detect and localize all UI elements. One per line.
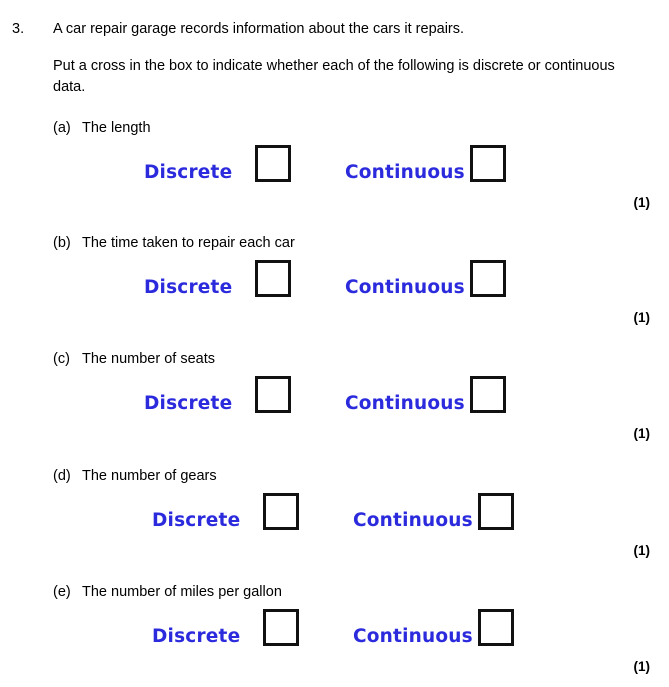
continuous-label: Continuous <box>345 162 465 183</box>
part-e-continuous-checkbox[interactable] <box>478 609 514 646</box>
part-b-discrete-checkbox[interactable] <box>255 260 291 297</box>
part-e-letter: (e) <box>53 584 71 600</box>
part-d-discrete-checkbox[interactable] <box>263 493 299 530</box>
continuous-label: Continuous <box>353 626 473 647</box>
part-a-discrete-checkbox[interactable] <box>255 145 291 182</box>
discrete-label: Discrete <box>144 393 233 414</box>
part-c-text: The number of seats <box>82 351 215 367</box>
continuous-label: Continuous <box>345 393 465 414</box>
part-e-text: The number of miles per gallon <box>82 584 282 600</box>
question-instruction: Put a cross in the box to indicate wheth… <box>53 58 615 95</box>
part-e-discrete-checkbox[interactable] <box>263 609 299 646</box>
discrete-label: Discrete <box>152 626 241 647</box>
continuous-label: Continuous <box>353 510 473 531</box>
exam-question-page: 3. A car repair garage records informati… <box>0 0 669 687</box>
question-number: 3. <box>12 21 25 37</box>
continuous-label: Continuous <box>345 277 465 298</box>
part-a-letter: (a) <box>53 120 71 136</box>
part-c-marks: (1) <box>633 426 651 441</box>
part-a-marks: (1) <box>633 195 651 210</box>
part-b-marks: (1) <box>633 310 651 325</box>
part-d-marks: (1) <box>633 543 651 558</box>
question-stem: A car repair garage records information … <box>53 21 465 37</box>
part-a-options: Discrete Continuous <box>0 145 669 189</box>
discrete-label: Discrete <box>144 277 233 298</box>
part-b-label: (b) The time taken to repair each car <box>53 234 295 253</box>
part-c-letter: (c) <box>53 351 70 367</box>
part-a-continuous-checkbox[interactable] <box>470 145 506 182</box>
part-b-continuous-checkbox[interactable] <box>470 260 506 297</box>
discrete-label: Discrete <box>144 162 233 183</box>
part-d-letter: (d) <box>53 468 71 484</box>
part-e-marks: (1) <box>633 659 651 674</box>
part-e-options: Discrete Continuous <box>0 609 669 653</box>
part-e-label: (e) The number of miles per gallon <box>53 583 282 602</box>
part-b-letter: (b) <box>53 235 71 251</box>
part-c-options: Discrete Continuous <box>0 376 669 420</box>
part-d-options: Discrete Continuous <box>0 493 669 537</box>
part-c-label: (c) The number of seats <box>53 350 215 369</box>
part-d-continuous-checkbox[interactable] <box>478 493 514 530</box>
part-b-text: The time taken to repair each car <box>82 235 295 251</box>
part-b-options: Discrete Continuous <box>0 260 669 304</box>
part-c-continuous-checkbox[interactable] <box>470 376 506 413</box>
part-c-discrete-checkbox[interactable] <box>255 376 291 413</box>
discrete-label: Discrete <box>152 510 241 531</box>
part-a-label: (a) The length <box>53 119 151 138</box>
part-d-label: (d) The number of gears <box>53 467 217 486</box>
part-a-text: The length <box>82 120 151 136</box>
part-d-text: The number of gears <box>82 468 217 484</box>
